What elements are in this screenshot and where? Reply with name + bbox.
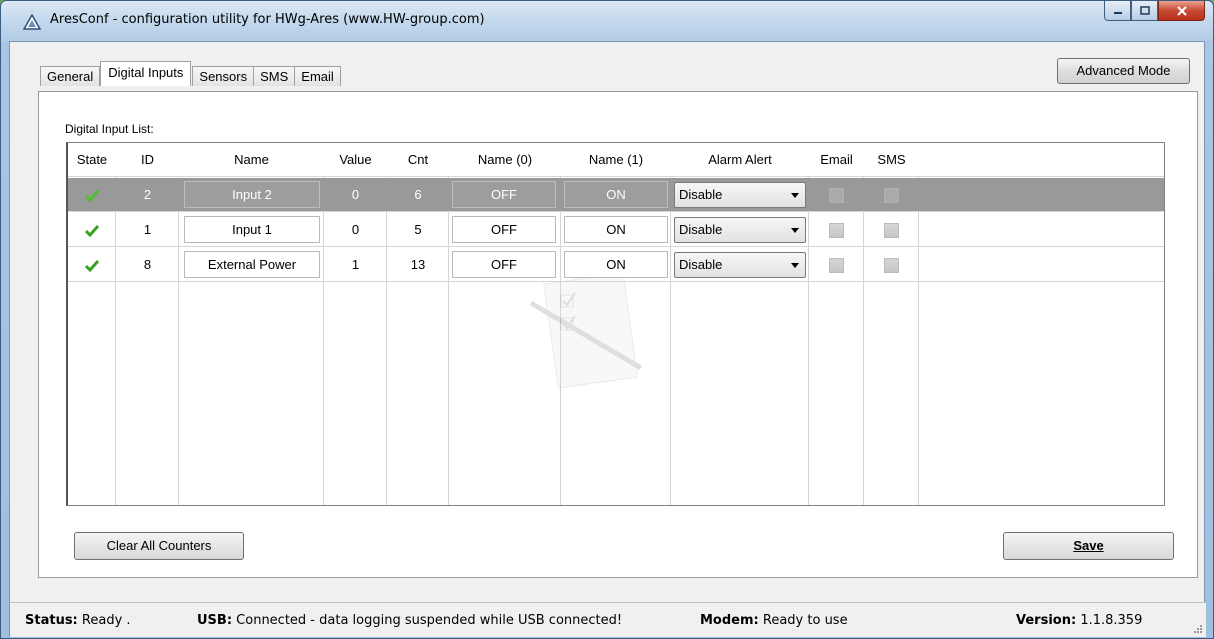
dropdown-arrow-icon <box>791 193 799 198</box>
version-label: Version: <box>1016 613 1077 628</box>
status-section: Status: Ready . <box>25 613 131 628</box>
name1-field[interactable]: ON <box>564 216 668 243</box>
alarm-alert-value: Disable <box>679 257 723 272</box>
name-field[interactable]: Input 2 <box>184 181 320 208</box>
status-label: Status: <box>25 613 78 628</box>
title-bar[interactable]: AresConf - configuration utility for HWg… <box>1 1 1213 41</box>
digital-input-grid[interactable]: State ID Name Value Cnt Name (0) Name (1… <box>66 142 1165 506</box>
cnt-cell: 13 <box>410 257 426 272</box>
checkmark-icon <box>84 259 100 272</box>
value-cell: 0 <box>351 187 360 202</box>
tab-sms[interactable]: SMS <box>253 66 296 86</box>
notepad-watermark-icon <box>529 273 643 389</box>
col-header-cnt[interactable]: Cnt <box>387 143 449 177</box>
resize-grip-icon[interactable] <box>1192 623 1202 633</box>
value-cell: 1 <box>351 257 360 272</box>
usb-section: USB: Connected - data logging suspended … <box>197 613 622 628</box>
tab-strip: General Digital Inputs Sensors SMS Email <box>40 61 341 86</box>
name-field[interactable]: External Power <box>184 251 320 278</box>
table-row[interactable]: 2 Input 2 0 6 OFF ON Disable <box>68 178 1164 212</box>
save-button[interactable]: Save <box>1003 532 1174 560</box>
table-row[interactable]: 8 External Power 1 13 OFF ON Disable <box>68 248 1164 282</box>
id-cell: 2 <box>143 187 152 202</box>
tab-digital-inputs[interactable]: Digital Inputs <box>100 61 192 86</box>
col-header-name0[interactable]: Name (0) <box>449 143 561 177</box>
app-window: AresConf - configuration utility for HWg… <box>0 0 1214 639</box>
version-section: Version: 1.1.8.359 <box>1016 613 1142 628</box>
alarm-alert-dropdown[interactable]: Disable <box>674 182 806 208</box>
maximize-button[interactable] <box>1131 1 1158 21</box>
name1-field[interactable]: ON <box>564 251 668 278</box>
checkmark-icon <box>84 224 100 237</box>
window-title: AresConf - configuration utility for HWg… <box>50 12 485 27</box>
maximize-icon <box>1139 5 1150 15</box>
alarm-alert-value: Disable <box>679 222 723 237</box>
state-cell <box>68 248 116 281</box>
client-area: General Digital Inputs Sensors SMS Email… <box>9 41 1206 637</box>
table-row[interactable]: 1 Input 1 0 5 OFF ON Disable <box>68 213 1164 247</box>
usb-value: Connected - data logging suspended while… <box>236 613 623 628</box>
col-header-value[interactable]: Value <box>324 143 387 177</box>
value-cell: 0 <box>351 222 360 237</box>
status-bar: Status: Ready . USB: Connected - data lo… <box>10 602 1206 637</box>
name1-field[interactable]: ON <box>564 181 668 208</box>
grid-header: State ID Name Value Cnt Name (0) Name (1… <box>68 143 1164 177</box>
minimize-icon <box>1113 11 1122 14</box>
modem-label: Modem: <box>700 613 759 628</box>
version-value: 1.1.8.359 <box>1080 613 1143 628</box>
col-header-sms[interactable]: SMS <box>864 143 919 177</box>
checkmark-icon <box>84 189 100 202</box>
alarm-alert-value: Disable <box>679 187 723 202</box>
email-checkbox[interactable] <box>829 223 844 238</box>
app-logo-icon <box>23 14 41 30</box>
cnt-cell: 5 <box>414 222 422 237</box>
digital-inputs-panel: Digital Input List: State ID Name Value … <box>38 91 1198 578</box>
col-header-state[interactable]: State <box>68 143 116 177</box>
email-checkbox[interactable] <box>829 258 844 273</box>
email-checkbox[interactable] <box>829 188 844 203</box>
col-header-alarm-alert[interactable]: Alarm Alert <box>671 143 809 177</box>
usb-label: USB: <box>197 613 233 628</box>
alarm-alert-dropdown[interactable]: Disable <box>674 252 806 278</box>
tab-email[interactable]: Email <box>294 66 341 86</box>
id-cell: 1 <box>143 222 152 237</box>
clear-all-counters-button[interactable]: Clear All Counters <box>74 532 244 560</box>
name0-field[interactable]: OFF <box>452 216 556 243</box>
sms-checkbox[interactable] <box>884 188 899 203</box>
state-cell <box>68 213 116 246</box>
tab-general[interactable]: General <box>40 66 101 86</box>
minimize-button[interactable] <box>1104 1 1131 21</box>
close-button[interactable] <box>1158 1 1205 21</box>
state-cell <box>68 178 116 211</box>
cnt-cell: 6 <box>414 187 422 202</box>
close-icon <box>1176 5 1187 16</box>
name0-field[interactable]: OFF <box>452 251 556 278</box>
col-header-email[interactable]: Email <box>809 143 864 177</box>
advanced-mode-button[interactable]: Advanced Mode <box>1057 58 1190 84</box>
col-header-name[interactable]: Name <box>179 143 324 177</box>
digital-input-list-label: Digital Input List: <box>65 122 154 136</box>
status-value: Ready . <box>81 613 131 628</box>
modem-section: Modem: Ready to use <box>700 613 848 628</box>
tab-sensors[interactable]: Sensors <box>192 66 255 86</box>
col-header-name1[interactable]: Name (1) <box>561 143 671 177</box>
sms-checkbox[interactable] <box>884 258 899 273</box>
id-cell: 8 <box>143 257 152 272</box>
alarm-alert-dropdown[interactable]: Disable <box>674 217 806 243</box>
name-field[interactable]: Input 1 <box>184 216 320 243</box>
dropdown-arrow-icon <box>791 228 799 233</box>
name0-field[interactable]: OFF <box>452 181 556 208</box>
dropdown-arrow-icon <box>791 263 799 268</box>
sms-checkbox[interactable] <box>884 223 899 238</box>
col-header-id[interactable]: ID <box>116 143 179 177</box>
modem-value: Ready to use <box>762 613 848 628</box>
